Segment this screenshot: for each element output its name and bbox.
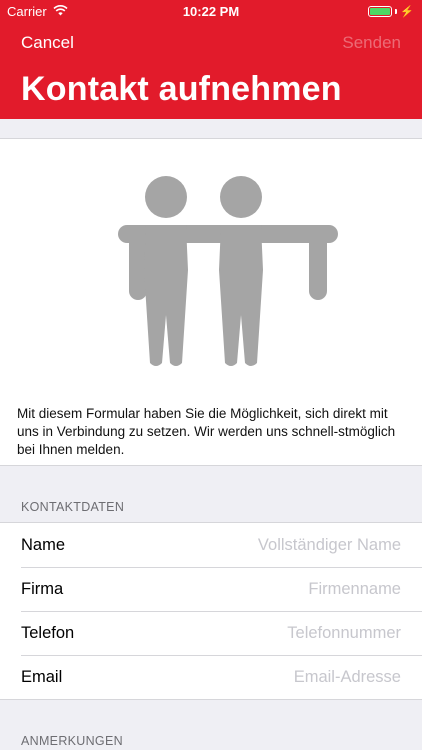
name-row: Name [0,523,422,567]
phone-label: Telefon [21,624,75,642]
email-field[interactable] [181,666,401,688]
company-label: Firma [21,580,64,598]
status-bar: Carrier 10:22 PM ⚡ [0,0,422,22]
send-button[interactable]: Senden [342,33,401,53]
email-row: Email [0,655,422,699]
charging-icon: ⚡ [400,6,414,18]
status-time: 10:22 PM [182,4,240,19]
status-right: ⚡ [368,5,414,18]
notes-section-header: ANMERKUNGEN [21,734,123,748]
contact-form-group: Name Firma Telefon Email [0,522,422,700]
name-field[interactable] [181,534,401,556]
email-label: Email [21,668,63,686]
battery-cap [395,9,398,14]
company-row: Firma [0,567,422,611]
cancel-button[interactable]: Cancel [21,33,74,53]
page-title: Kontakt aufnehmen [21,70,342,108]
intro-text: Mit diesem Formular haben Sie die Möglic… [17,406,396,457]
people-icon [118,175,338,374]
company-field[interactable] [181,578,401,600]
phone-field[interactable] [181,622,401,644]
contact-section-header: KONTAKTDATEN [21,500,125,514]
navigation-header: Carrier 10:22 PM ⚡ Cancel Senden Kontakt… [0,0,422,119]
intro-card: Mit diesem Formular haben Sie die Möglic… [0,138,422,466]
battery-level [370,8,391,15]
name-label: Name [21,536,66,554]
phone-row: Telefon [0,611,422,655]
battery-icon [368,6,393,17]
